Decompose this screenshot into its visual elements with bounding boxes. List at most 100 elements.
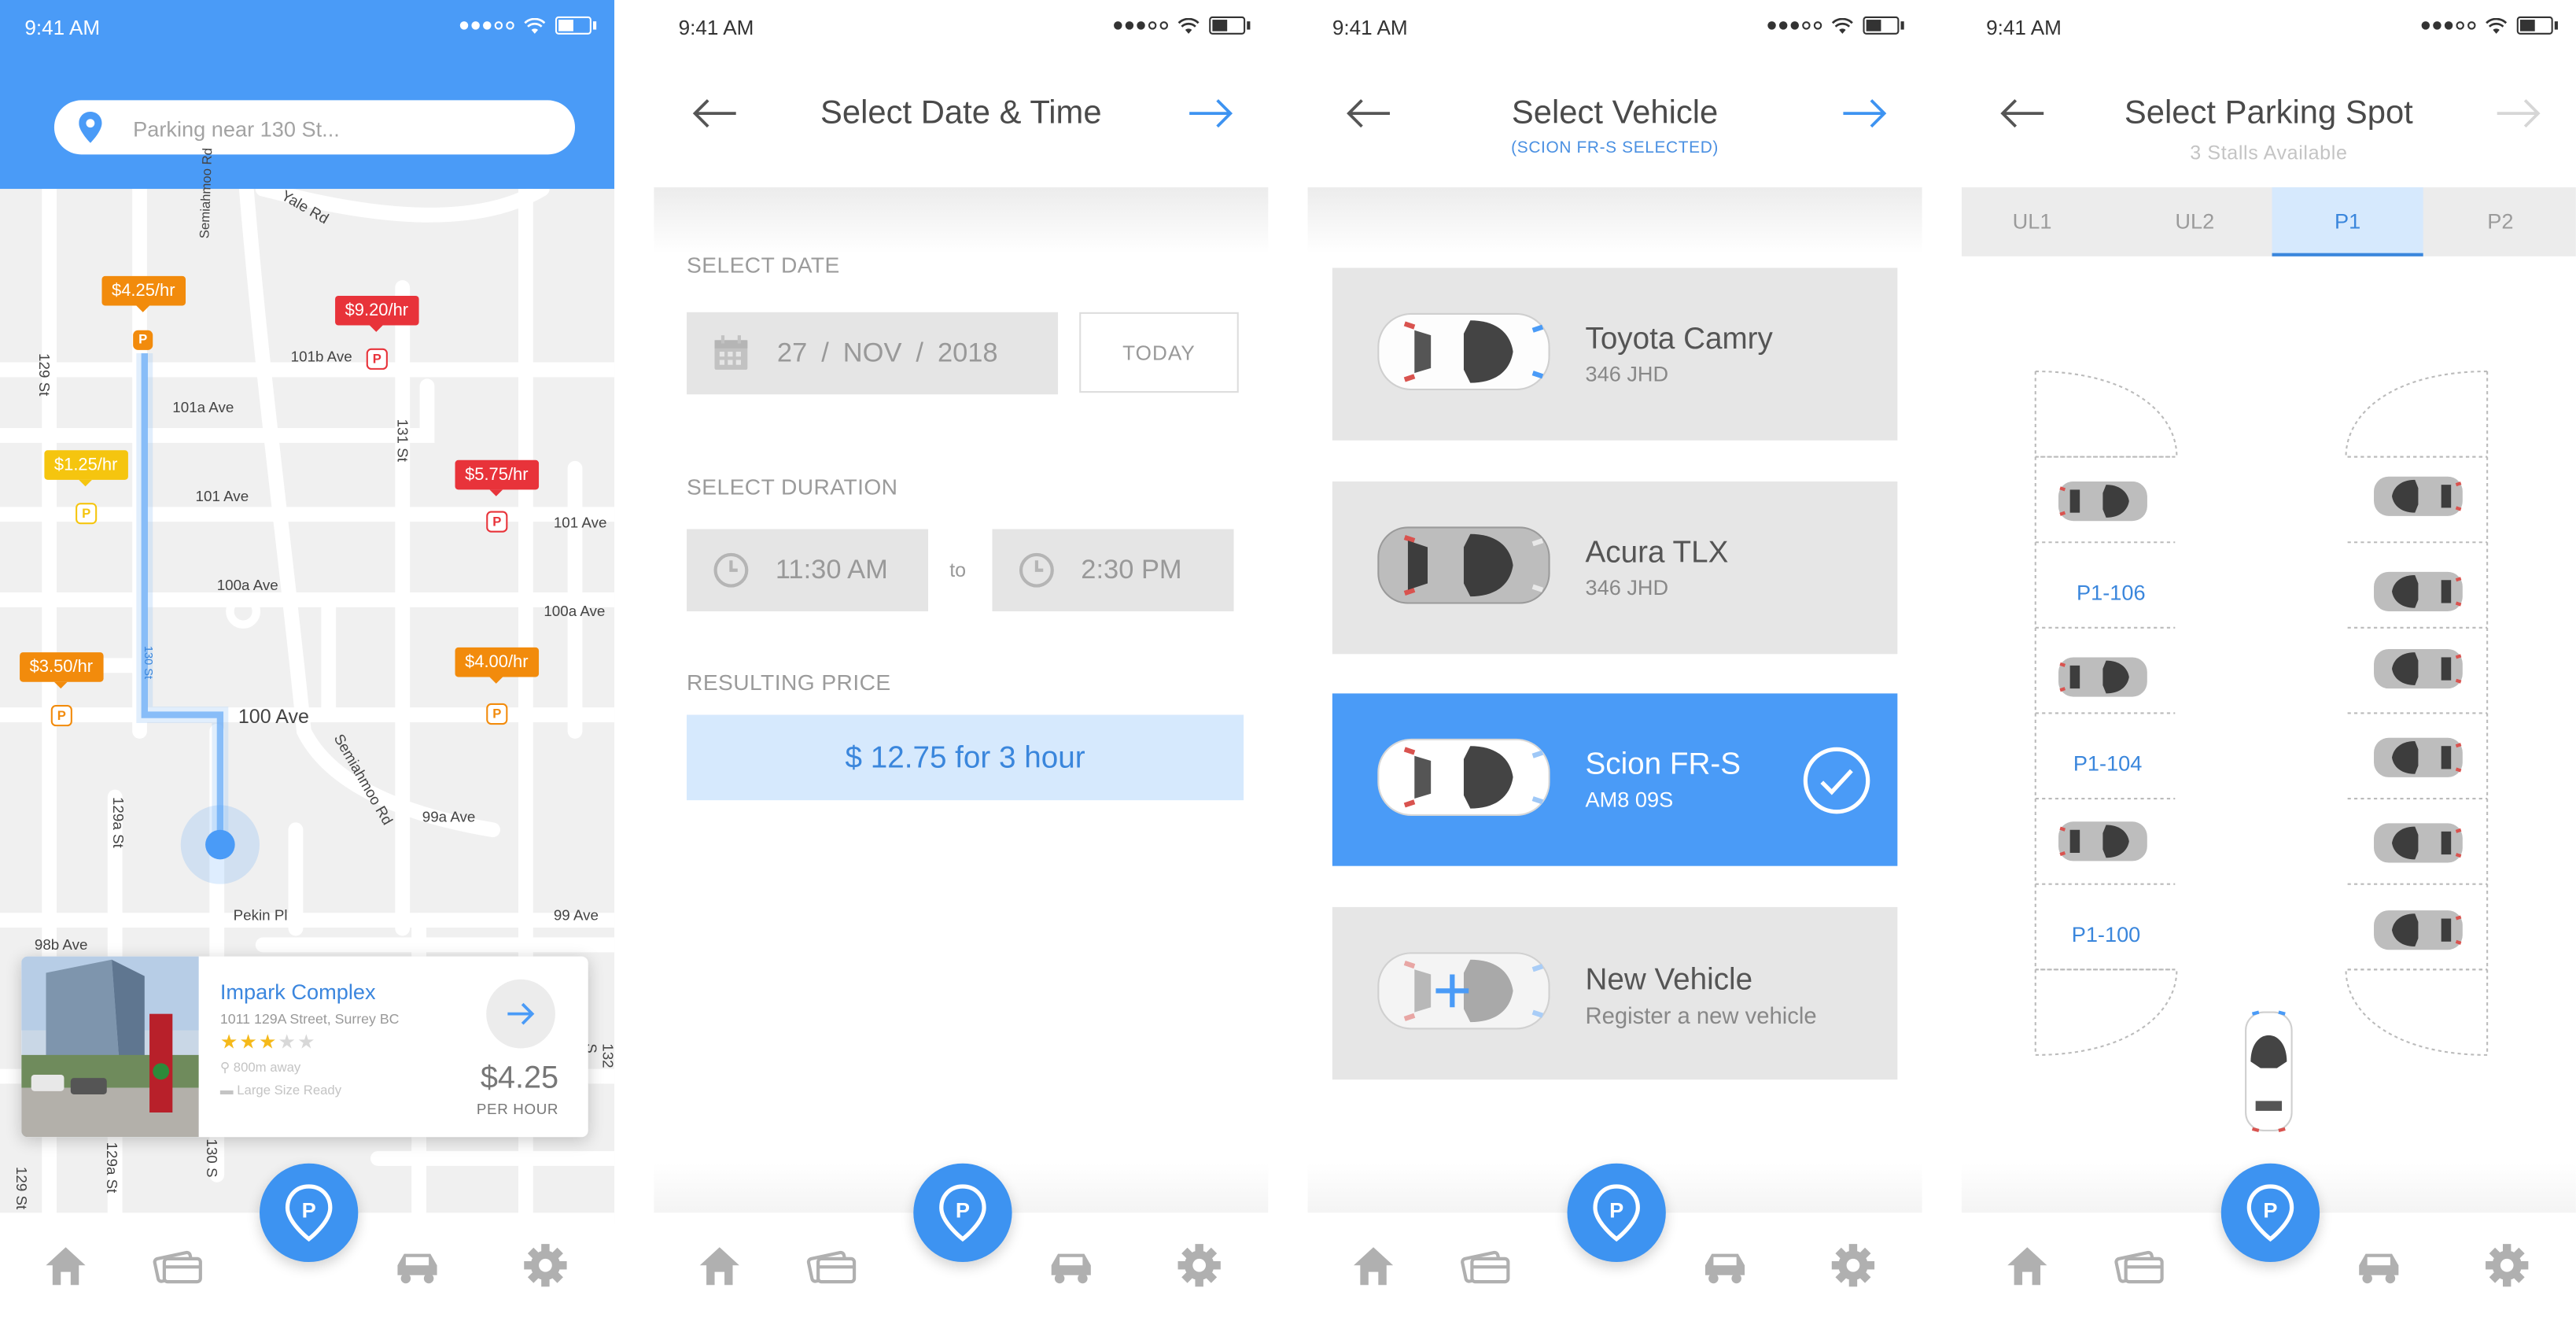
parking-marker[interactable]: P — [366, 348, 388, 370]
tab-bar: P — [0, 1163, 615, 1315]
level-tabs: UL1 UL2 P1 P2 — [1961, 187, 2576, 256]
price-tag[interactable]: $5.75/hr — [455, 459, 539, 496]
street-label: 129a St — [103, 1142, 120, 1194]
tab-p1[interactable]: P1 — [2272, 187, 2423, 256]
parked-car-icon — [2374, 737, 2463, 777]
pin-icon: ⚲ — [219, 1060, 234, 1075]
status-icons — [1767, 16, 1904, 35]
tab-ul2[interactable]: UL2 — [2119, 187, 2270, 256]
svg-text:P: P — [956, 1198, 970, 1223]
page-subtitle: (SCION FR-S SELECTED) — [1511, 139, 1719, 158]
search-bar[interactable] — [53, 100, 576, 155]
vehicle-name: Acura TLX — [1585, 533, 1729, 569]
parking-marker[interactable]: P — [50, 705, 72, 727]
date-value: 27 / NOV / 2018 — [777, 338, 998, 370]
date-day: 27 — [776, 338, 808, 368]
vehicle-plate: AM8 09S — [1585, 787, 1674, 812]
parking-marker[interactable]: P — [76, 503, 98, 525]
status-icons — [2421, 16, 2558, 35]
stall-available-p1-106[interactable]: P1-106 — [2077, 580, 2146, 604]
location-pin-icon — [79, 112, 102, 143]
page-title: Select Vehicle — [1511, 95, 1719, 132]
size-text: Large Size Ready — [237, 1083, 342, 1098]
vehicle-card[interactable]: Acura TLX 346 JHD — [1332, 481, 1898, 655]
svg-text:P: P — [1609, 1198, 1623, 1223]
date-month: NOV — [842, 338, 902, 368]
today-button[interactable]: TODAY — [1079, 312, 1239, 393]
tab-ul1[interactable]: UL1 — [1962, 187, 2103, 256]
gear-icon[interactable] — [519, 1239, 572, 1292]
cards-icon[interactable] — [151, 1239, 204, 1292]
gear-icon[interactable] — [1173, 1239, 1225, 1292]
parked-car-icon — [2058, 821, 2147, 862]
cards-icon[interactable] — [805, 1239, 857, 1292]
parking-fab-button[interactable]: P — [1567, 1163, 1666, 1263]
battery-icon — [2516, 16, 2558, 35]
price-tag[interactable]: $4.00/hr — [455, 647, 539, 684]
parking-fab-button[interactable]: P — [259, 1163, 359, 1263]
home-icon[interactable] — [2001, 1239, 2054, 1292]
cards-icon[interactable] — [1459, 1239, 1512, 1292]
vehicle-card-selected[interactable]: Scion FR-S AM8 09S — [1332, 693, 1898, 866]
stall-available-p1-104[interactable]: P1-104 — [2073, 751, 2143, 775]
car-small-icon: ▬ — [219, 1083, 238, 1098]
select-date-label: SELECT DATE — [687, 253, 840, 278]
vehicle-card[interactable]: Toyota Camry 346 JHD — [1332, 268, 1898, 441]
parking-pin-icon: P — [2246, 1184, 2294, 1242]
parking-fab-button[interactable]: P — [913, 1163, 1012, 1263]
street-label: 129a St — [109, 796, 127, 848]
cards-icon[interactable] — [2113, 1239, 2165, 1292]
next-arrow-icon[interactable] — [1186, 89, 1236, 138]
date-separator: / — [916, 338, 923, 368]
wifi-icon — [1831, 17, 1853, 33]
next-arrow-icon[interactable] — [1840, 89, 1889, 138]
end-time-field[interactable]: 2:30 PM — [992, 529, 1234, 611]
stall-available-p1-100[interactable]: P1-100 — [2072, 922, 2141, 946]
vehicle-screen: 9:41 AM Select Vehicle (SCION FR-S SELEC… — [1307, 0, 1922, 1315]
street-label: 129 St — [35, 353, 53, 397]
car-icon[interactable] — [1699, 1239, 1752, 1292]
search-input[interactable] — [129, 109, 547, 146]
page-title: Select Date & Time — [820, 95, 1102, 132]
tab-p2[interactable]: P2 — [2425, 187, 2576, 256]
map-screen: 9:41 AM Parking near 130 St... Yale Rd S… — [0, 0, 615, 1315]
price-tag[interactable]: $1.25/hr — [44, 450, 127, 487]
street-label: 99 Ave — [553, 906, 599, 924]
select-duration-label: SELECT DURATION — [687, 474, 898, 500]
street-label: 130 S — [203, 1138, 220, 1178]
parking-marker[interactable]: P — [133, 330, 153, 350]
home-icon[interactable] — [1347, 1239, 1400, 1292]
parking-marker[interactable]: P — [486, 511, 508, 533]
status-bar: 9:41 AM — [0, 0, 614, 56]
car-icon[interactable] — [391, 1239, 444, 1292]
gear-icon[interactable] — [1827, 1239, 1880, 1292]
next-arrow-icon[interactable] — [2493, 89, 2543, 138]
tab-bar: P — [1307, 1163, 1922, 1315]
price-tag[interactable]: $3.50/hr — [20, 652, 103, 689]
svg-text:P: P — [2263, 1198, 2277, 1223]
street-label: Semiahmoo Rd — [197, 147, 216, 239]
vehicle-name: New Vehicle — [1585, 961, 1753, 996]
go-button[interactable] — [486, 979, 555, 1049]
date-field[interactable]: 27 / NOV / 2018 — [687, 312, 1059, 395]
parking-lot-card[interactable]: Impark Complex 1011 129A Street, Surrey … — [21, 956, 588, 1138]
street-label: 100 Ave — [238, 705, 309, 729]
home-icon[interactable] — [39, 1239, 92, 1292]
distance-text: 800m away — [233, 1060, 301, 1075]
wifi-icon — [524, 17, 546, 33]
vehicle-name: Toyota Camry — [1585, 320, 1773, 356]
car-icon[interactable] — [1045, 1239, 1097, 1292]
home-icon[interactable] — [693, 1239, 746, 1292]
parking-fab-button[interactable]: P — [2220, 1163, 2320, 1263]
gear-icon[interactable] — [2481, 1239, 2534, 1292]
parked-car-icon — [2374, 476, 2463, 516]
car-icon[interactable] — [2353, 1239, 2405, 1292]
parking-marker[interactable]: P — [486, 703, 508, 725]
price-tag[interactable]: $4.25/hr — [101, 275, 186, 312]
new-vehicle-card[interactable]: New Vehicle Register a new vehicle — [1332, 906, 1898, 1080]
lot-size: ▬ Large Size Ready — [220, 1083, 341, 1098]
start-time-field[interactable]: 11:30 AM — [687, 529, 929, 611]
price-tag[interactable]: $9.20/hr — [335, 295, 418, 332]
lot-name: Impark Complex — [219, 979, 376, 1005]
vehicle-plate: Register a new vehicle — [1585, 1002, 1817, 1029]
